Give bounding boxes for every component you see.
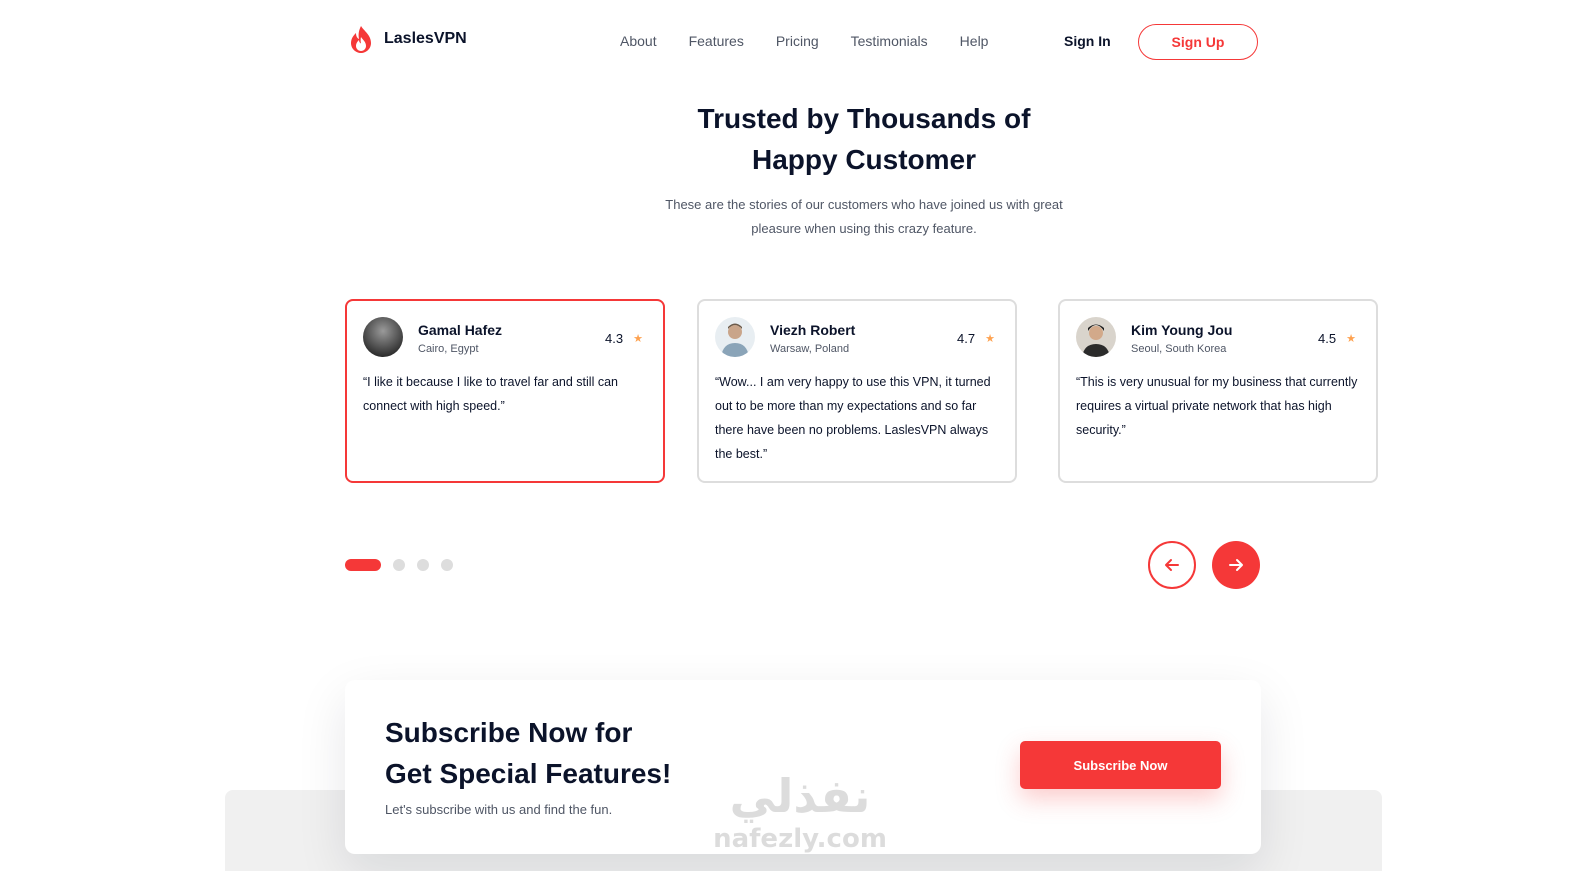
logo[interactable]: LaslesVPN: [346, 24, 467, 54]
section-subtitle: These are the stories of our customers w…: [0, 193, 1592, 241]
testimonial-quote: “This is very unusual for my business th…: [1076, 375, 1358, 437]
sign-up-button[interactable]: Sign Up: [1138, 24, 1258, 60]
carousel-pagination: [345, 559, 453, 571]
rating: 4.7 ★: [957, 331, 995, 346]
testimonial-card[interactable]: Kim Young Jou Seoul, South Korea 4.5 ★ “…: [1058, 299, 1378, 483]
nav-help[interactable]: Help: [960, 33, 989, 49]
next-button[interactable]: [1212, 541, 1260, 589]
arrow-right-icon: [1229, 559, 1243, 571]
customer-location: Cairo, Egypt: [418, 343, 479, 355]
rating: 4.5 ★: [1318, 331, 1356, 346]
watermark: نفذلي nafezly.com: [700, 768, 900, 871]
testimonial-card[interactable]: Viezh Robert Warsaw, Poland 4.7 ★ “Wow..…: [697, 299, 1017, 483]
testimonial-quote: “I like it because I like to travel far …: [363, 375, 618, 413]
avatar: [363, 317, 403, 357]
nav-about[interactable]: About: [620, 33, 657, 49]
previous-button[interactable]: [1148, 541, 1196, 589]
section-subtitle-line-1: These are the stories of our customers w…: [665, 197, 1063, 212]
customer-location: Warsaw, Poland: [770, 343, 850, 355]
rating-value: 4.3: [605, 331, 624, 346]
pagination-dot-3[interactable]: [417, 559, 429, 571]
star-icon: ★: [1346, 333, 1356, 345]
section-title: Trusted by Thousands of Happy Customer: [0, 98, 1592, 180]
rating: 4.3 ★: [605, 331, 643, 346]
customer-name: Kim Young Jou: [1131, 322, 1233, 338]
subscribe-title: Subscribe Now for Get Special Features!: [385, 712, 671, 794]
main-nav: About Features Pricing Testimonials Help: [620, 33, 988, 49]
nav-pricing[interactable]: Pricing: [776, 33, 819, 49]
flame-logo-icon: [351, 26, 371, 53]
sign-in-link[interactable]: Sign In: [1064, 33, 1111, 49]
section-title-line-2: Happy Customer: [751, 144, 977, 175]
testimonial-quote: “Wow... I am very happy to use this VPN,…: [715, 375, 991, 461]
watermark-arabic: نفذلي: [729, 769, 871, 823]
avatar: [1076, 317, 1116, 357]
brand-name: LaslesVPN: [384, 30, 467, 47]
subscribe-button[interactable]: Subscribe Now: [1020, 741, 1221, 789]
testimonial-carousel: Gamal Hafez Cairo, Egypt 4.3 ★ “I like i…: [345, 299, 1382, 489]
testimonial-card[interactable]: Gamal Hafez Cairo, Egypt 4.3 ★ “I like i…: [345, 299, 665, 483]
pagination-dot-2[interactable]: [393, 559, 405, 571]
star-icon: ★: [633, 333, 643, 345]
nav-testimonials[interactable]: Testimonials: [851, 33, 928, 49]
subscribe-title-line-2: Get Special Features!: [385, 758, 672, 789]
site-header: LaslesVPN About Features Pricing Testimo…: [0, 0, 1592, 82]
pagination-dot-4[interactable]: [441, 559, 453, 571]
subscribe-text: Let's subscribe with us and find the fun…: [385, 802, 613, 817]
subscribe-title-line-1: Subscribe Now for: [385, 717, 633, 748]
section-title-line-1: Trusted by Thousands of: [697, 103, 1031, 134]
nav-features[interactable]: Features: [689, 33, 744, 49]
watermark-latin: nafezly.com: [713, 824, 887, 854]
rating-value: 4.7: [957, 331, 976, 346]
customer-name: Viezh Robert: [770, 322, 856, 338]
section-subtitle-line-2: pleasure when using this crazy feature.: [751, 221, 977, 236]
avatar: [715, 317, 755, 357]
pagination-dot-1[interactable]: [345, 559, 381, 571]
customer-name: Gamal Hafez: [418, 322, 503, 338]
customer-location: Seoul, South Korea: [1131, 343, 1227, 355]
arrow-left-icon: [1165, 559, 1179, 571]
rating-value: 4.5: [1318, 331, 1337, 346]
star-icon: ★: [985, 333, 995, 345]
